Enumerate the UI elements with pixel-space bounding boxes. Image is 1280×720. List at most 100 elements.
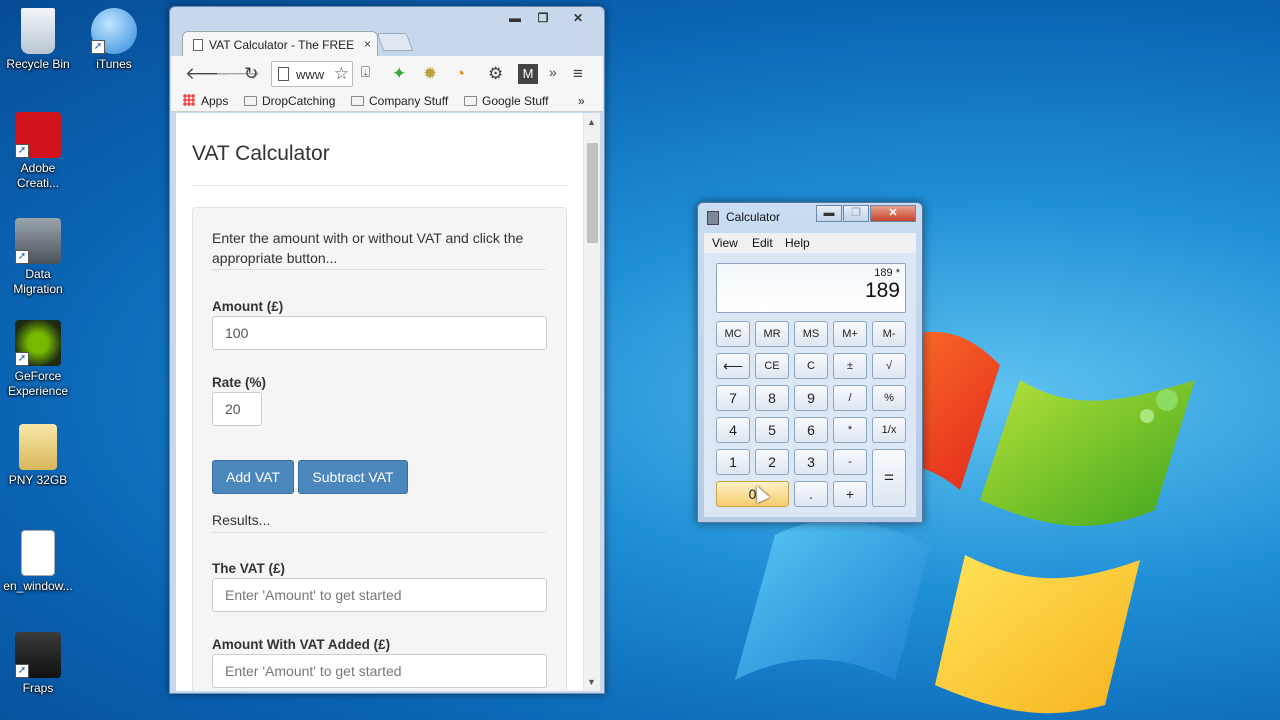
- geforce-experience-icon: ➚: [15, 320, 61, 366]
- clear-button[interactable]: C: [794, 353, 828, 379]
- desktop-icon-recycle-bin[interactable]: Recycle Bin: [0, 8, 78, 72]
- calculator-menu-bar: View Edit Help: [704, 233, 916, 253]
- page-icon: [193, 39, 203, 51]
- equals-button[interactable]: =: [872, 449, 906, 507]
- extension-m-icon[interactable]: M: [518, 64, 538, 84]
- browser-toolbar: 🡐 🡒 ↻ www ☆ ⍗ ✦ ✹ ◔ ⚙ M » ≡: [171, 56, 603, 92]
- calculator-minimize-button[interactable]: ▬: [816, 205, 842, 222]
- extension-colorful-icon[interactable]: ✦: [392, 64, 406, 84]
- tab-title: VAT Calculator - The FREE: [209, 38, 355, 52]
- divide-button[interactable]: /: [833, 385, 867, 411]
- close-button[interactable]: ✕: [558, 9, 598, 27]
- desktop-icon-label: Adobe Creati...: [16, 161, 59, 190]
- memory-subtract-button[interactable]: M-: [872, 321, 906, 347]
- digit-4-button[interactable]: 4: [716, 417, 750, 443]
- calculator-body: 189 * 189 MC MR MS M+ M- ⟵ CE C ± √ 7 8 …: [704, 253, 916, 517]
- multiply-button[interactable]: *: [833, 417, 867, 443]
- bookmark-folder-google-stuff[interactable]: Google Stuff: [464, 94, 549, 108]
- menu-edit[interactable]: Edit: [752, 236, 773, 250]
- digit-5-button[interactable]: 5: [755, 417, 789, 443]
- calculator-maximize-button[interactable]: ❐: [843, 205, 869, 222]
- calculator-display: 189 * 189: [716, 263, 906, 313]
- decimal-point-button[interactable]: .: [794, 481, 828, 507]
- chrome-menu-icon[interactable]: ≡: [573, 64, 583, 84]
- page-scrollbar[interactable]: ▲ ▼: [583, 113, 600, 691]
- desktop-icon-adobe-creative-cloud[interactable]: ➚ Adobe Creati...: [0, 112, 78, 191]
- calculator-app-icon: [707, 211, 719, 225]
- amount-with-vat-label: Amount With VAT Added (£): [212, 637, 391, 652]
- subtract-button[interactable]: -: [833, 449, 867, 475]
- divider: [212, 532, 546, 533]
- desktop-icon-pny-32gb[interactable]: PNY 32GB: [0, 424, 78, 488]
- new-tab-button[interactable]: [376, 33, 414, 51]
- bookmark-folder-dropcatching[interactable]: DropCatching: [244, 94, 335, 108]
- bookmark-star-icon[interactable]: ☆: [334, 64, 349, 84]
- rate-input[interactable]: [212, 392, 262, 426]
- digit-8-button[interactable]: 8: [755, 385, 789, 411]
- digit-9-button[interactable]: 9: [794, 385, 828, 411]
- memory-add-button[interactable]: M+: [833, 321, 867, 347]
- scroll-down-arrow-icon[interactable]: ▼: [587, 677, 596, 687]
- memory-store-button[interactable]: MS: [794, 321, 828, 347]
- percent-button[interactable]: %: [872, 385, 906, 411]
- desktop-icon-itunes[interactable]: ➚ iTunes: [74, 8, 154, 72]
- subtract-vat-button[interactable]: Subtract VAT: [298, 460, 408, 494]
- bookmarks-bar: Apps DropCatching Company Stuff Google S…: [171, 92, 603, 112]
- bookmark-folder-company-stuff[interactable]: Company Stuff: [351, 94, 448, 108]
- bookmark-label: Google Stuff: [482, 94, 549, 108]
- desktop-icon-geforce-experience[interactable]: ➚ GeForce Experience: [0, 320, 78, 399]
- rss-feed-icon[interactable]: ◔: [455, 64, 465, 84]
- memory-clear-button[interactable]: MC: [716, 321, 750, 347]
- calculator-value: 189: [864, 279, 900, 302]
- amount-label: Amount (£): [212, 299, 284, 314]
- extensions-overflow-icon[interactable]: »: [549, 64, 557, 80]
- tab-close-icon[interactable]: ×: [361, 37, 371, 51]
- shortcut-arrow-icon: ➚: [15, 352, 29, 366]
- amount-input[interactable]: [212, 316, 547, 350]
- vat-result-field[interactable]: [212, 578, 547, 612]
- maximize-button[interactable]: ❐: [530, 9, 556, 27]
- disc-image-icon: [21, 530, 55, 576]
- bookmark-apps[interactable]: Apps: [183, 94, 228, 108]
- folder-icon: [464, 96, 477, 106]
- digit-7-button[interactable]: 7: [716, 385, 750, 411]
- backspace-button[interactable]: ⟵: [716, 353, 750, 379]
- reciprocal-button[interactable]: 1/x: [872, 417, 906, 443]
- negate-button[interactable]: ±: [833, 353, 867, 379]
- bookmark-label: DropCatching: [262, 94, 336, 108]
- folder-icon: [244, 96, 257, 106]
- digit-1-button[interactable]: 1: [716, 449, 750, 475]
- desktop-icon-en-windows-iso[interactable]: en_window...: [0, 530, 78, 594]
- address-bar[interactable]: www ☆: [271, 61, 353, 87]
- scrollbar-thumb[interactable]: [587, 143, 598, 243]
- digit-2-button[interactable]: 2: [755, 449, 789, 475]
- desktop-icon-fraps[interactable]: ➚ Fraps: [0, 632, 78, 696]
- digit-6-button[interactable]: 6: [794, 417, 828, 443]
- reload-icon[interactable]: ↻: [244, 64, 258, 84]
- bookmark-label: Apps: [201, 94, 229, 108]
- menu-help[interactable]: Help: [785, 236, 810, 250]
- add-button[interactable]: +: [833, 481, 867, 507]
- shortcut-arrow-icon: ➚: [15, 664, 29, 678]
- shortcut-arrow-icon: ➚: [15, 250, 29, 264]
- bookmarks-overflow-icon[interactable]: »: [578, 94, 585, 108]
- apps-grid-icon: [183, 94, 195, 106]
- extension-gear-gold-icon[interactable]: ✹: [423, 64, 437, 84]
- settings-gear-icon[interactable]: ⚙: [488, 64, 503, 84]
- clear-entry-button[interactable]: CE: [755, 353, 789, 379]
- desktop-icon-data-migration[interactable]: ➚ Data Migration: [0, 218, 78, 297]
- memory-recall-button[interactable]: MR: [755, 321, 789, 347]
- scroll-up-arrow-icon[interactable]: ▲: [587, 117, 596, 127]
- menu-view[interactable]: View: [712, 236, 738, 250]
- digit-3-button[interactable]: 3: [794, 449, 828, 475]
- minimize-button[interactable]: ▬: [502, 9, 528, 27]
- extension-download-icon[interactable]: ⍗: [361, 64, 370, 81]
- square-root-button[interactable]: √: [872, 353, 906, 379]
- desktop-icon-label: Fraps: [22, 681, 54, 695]
- browser-tab-vat-calculator[interactable]: VAT Calculator - The FREE ×: [182, 31, 378, 57]
- shortcut-arrow-icon: ➚: [91, 40, 105, 54]
- amount-with-vat-field[interactable]: [212, 654, 547, 688]
- divider: [192, 185, 568, 186]
- add-vat-button[interactable]: Add VAT: [212, 460, 294, 494]
- calculator-close-button[interactable]: ✕: [870, 205, 916, 222]
